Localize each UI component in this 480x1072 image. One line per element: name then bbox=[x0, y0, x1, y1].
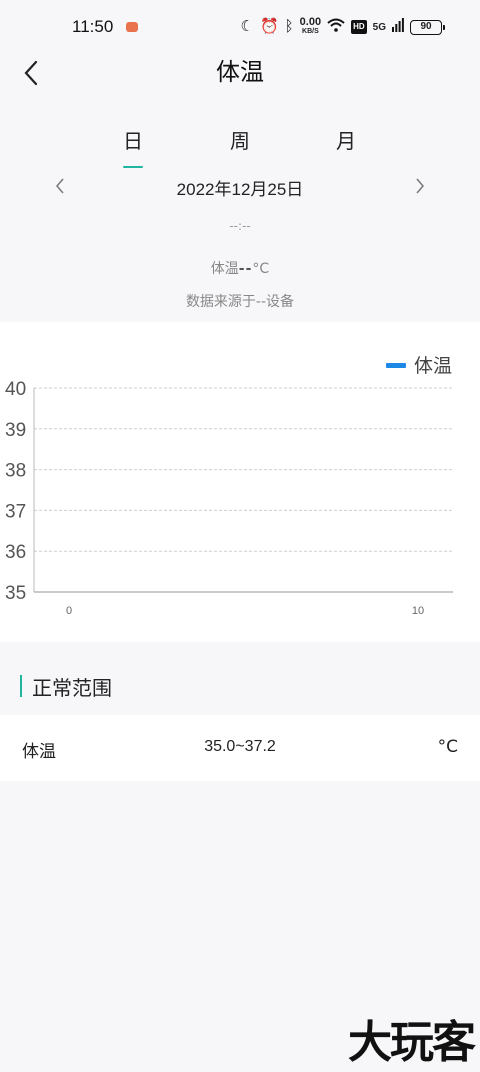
reading-unit: °C bbox=[252, 261, 270, 277]
watermark-logo: 大玩客 bbox=[348, 1017, 476, 1068]
x-tick-label: 10 bbox=[412, 605, 424, 617]
y-tick-label: 39 bbox=[5, 420, 26, 441]
range-value: 35.0~37.2 bbox=[204, 738, 276, 755]
game-app-icon bbox=[126, 22, 138, 32]
y-tick-label: 35 bbox=[5, 583, 26, 604]
y-tick-label: 36 bbox=[5, 542, 26, 563]
reading-label: 体温 bbox=[210, 261, 239, 277]
measurement-time: --:-- bbox=[229, 219, 251, 233]
temperature-chart: 35 36 37 38 39 40 0 10 体温 bbox=[0, 322, 480, 642]
page-title: 体温 bbox=[216, 58, 264, 86]
normal-range-header: 正常范围 bbox=[20, 664, 112, 708]
period-tabs: 日 周 月 bbox=[0, 124, 480, 172]
data-source: 数据来源于--设备 bbox=[185, 294, 295, 310]
tab-day[interactable]: 日 bbox=[103, 124, 163, 168]
normal-range-heading: 正常范围 bbox=[32, 675, 112, 700]
y-tick-label: 38 bbox=[5, 461, 26, 482]
net-speed: 0.00 KB/S bbox=[299, 16, 322, 36]
alarm-icon: ⏰ bbox=[259, 18, 279, 35]
hd-badge: HD bbox=[351, 20, 367, 34]
moon-icon: ☾ bbox=[240, 18, 254, 35]
section-accent-bar bbox=[20, 675, 22, 697]
x-tick-label: 0 bbox=[66, 605, 72, 617]
date-navigator: 2022年12月25日 bbox=[0, 168, 480, 204]
chevron-right-icon bbox=[416, 178, 424, 194]
normal-range-row: 体温 35.0~37.2 °C bbox=[0, 715, 480, 781]
tab-month[interactable]: 月 bbox=[316, 124, 376, 158]
bluetooth-icon: ᛒ bbox=[284, 18, 294, 35]
net-speed-value: 0.00 bbox=[299, 16, 322, 28]
back-button[interactable] bbox=[14, 56, 48, 90]
net-speed-unit: KB/S bbox=[302, 28, 319, 35]
status-bar: 11:50 ☾ ⏰ ᛒ 0.00 KB/S HD 5G 90 bbox=[0, 0, 480, 56]
y-tick-label: 37 bbox=[5, 501, 26, 522]
tab-week[interactable]: 周 bbox=[210, 124, 270, 158]
legend-swatch bbox=[386, 363, 406, 368]
next-date-button[interactable] bbox=[406, 172, 434, 200]
chevron-left-icon bbox=[24, 60, 38, 86]
y-tick-label: 40 bbox=[5, 379, 26, 400]
chart-canvas: 35 36 37 38 39 40 0 10 体温 bbox=[5, 355, 453, 617]
signal-icon bbox=[392, 17, 404, 37]
legend-label: 体温 bbox=[414, 355, 452, 377]
range-unit: °C bbox=[437, 737, 458, 757]
temperature-reading: 体温--°C bbox=[0, 258, 480, 278]
reading-value: -- bbox=[238, 261, 253, 277]
status-icons: ☾ ⏰ ᛒ 0.00 KB/S HD 5G 90 bbox=[240, 16, 445, 38]
status-time: 11:50 bbox=[72, 17, 114, 36]
wifi-icon bbox=[327, 18, 345, 37]
battery-indicator: 90 bbox=[410, 19, 445, 35]
network-type: 5G bbox=[372, 21, 386, 33]
